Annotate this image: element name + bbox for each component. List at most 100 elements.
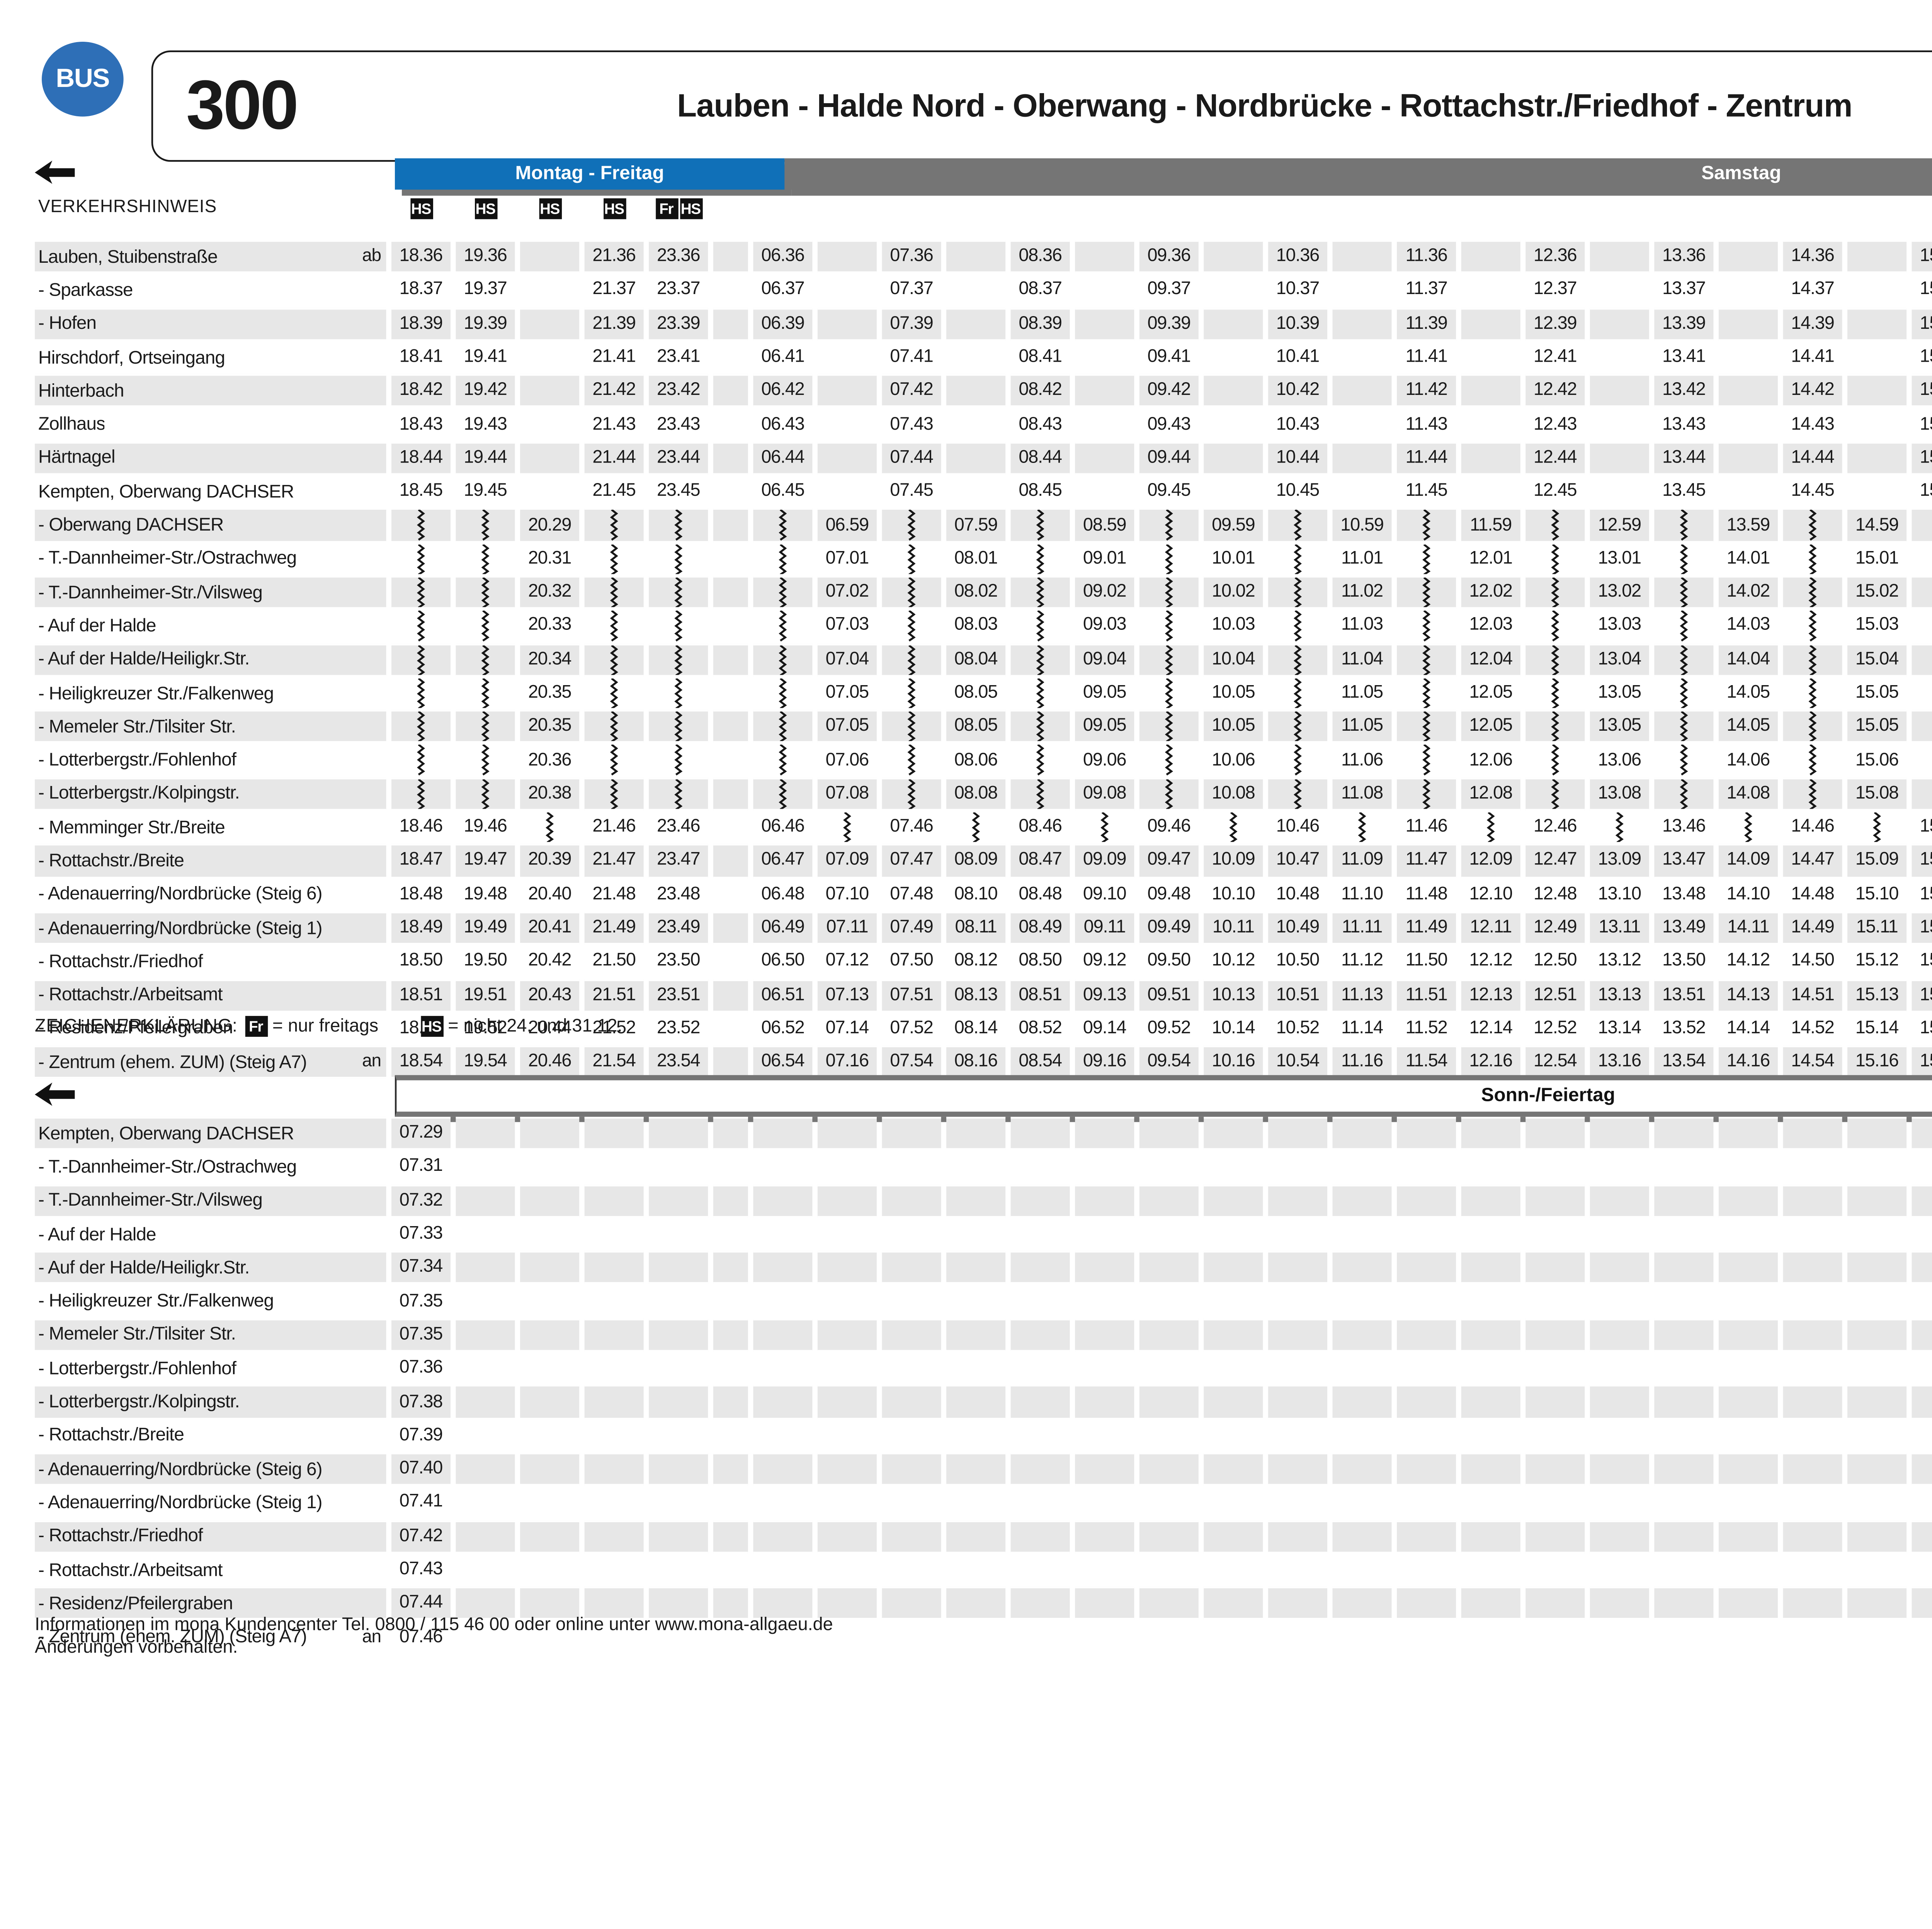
empty-badge-cell: [882, 195, 941, 221]
empty-cell: [1204, 408, 1263, 442]
time-cell: 20.35: [520, 677, 579, 710]
no-stop-cell: [649, 609, 708, 643]
station-name: - Lotterbergstr./Fohlenhof: [38, 1358, 236, 1379]
empty-cell: [1590, 1520, 1649, 1553]
time-cell: 11.43: [1397, 408, 1456, 442]
time-cell: 12.50: [1526, 945, 1585, 979]
time-cell: 14.14: [1719, 1012, 1778, 1046]
time-cell: 21.50: [585, 945, 644, 979]
empty-cell: [1847, 1184, 1906, 1218]
time-cell: 20.32: [520, 576, 579, 609]
empty-cell: [1526, 1587, 1585, 1620]
station-cell: - T.-Dannheimer-Str./Vilsweg: [35, 1184, 386, 1218]
empty-cell: [1783, 1352, 1842, 1385]
empty-cell: [1719, 408, 1778, 442]
station-name: - Rottachstr./Friedhof: [38, 1526, 202, 1547]
time-cell: 15.47: [1912, 844, 1932, 878]
empty-badge-cell: [1654, 195, 1713, 221]
timetable-row: - Adenauerring/Nordbrücke (Steig 1)07.41: [35, 1486, 1932, 1520]
time-cell: 23.52: [649, 1012, 708, 1046]
no-stop-cell: [882, 710, 941, 743]
no-stop-wave-icon: [905, 510, 918, 541]
time-cell: 07.34: [391, 1251, 451, 1285]
time-cell: 09.46: [1139, 811, 1199, 844]
no-stop-cell: [1011, 743, 1070, 777]
empty-cell: [1526, 1318, 1585, 1352]
time-cell: 13.05: [1590, 710, 1649, 743]
time-cell: 18.41: [391, 341, 451, 374]
time-cell: 10.16: [1204, 1046, 1263, 1079]
spacer-cell: [713, 408, 748, 442]
time-cell: 10.52: [1268, 1012, 1327, 1046]
time-cell: 15.13: [1847, 978, 1906, 1012]
no-stop-wave-icon: [672, 544, 685, 574]
station-name: - Memeler Str./Tilsiter Str.: [38, 716, 236, 737]
time-cell: 07.04: [818, 643, 877, 677]
timetable-sheet: BUS 300 Lauben - Halde Nord - Oberwang -…: [0, 0, 1932, 1929]
empty-cell: [1204, 1620, 1263, 1654]
empty-cell: [1397, 1587, 1456, 1620]
empty-cell: [1654, 1553, 1713, 1587]
empty-cell: [1654, 1285, 1713, 1318]
empty-cell: [1268, 1453, 1327, 1486]
empty-cell: [1461, 341, 1520, 374]
empty-cell: [1332, 374, 1391, 408]
time-cell: 09.48: [1139, 878, 1199, 912]
no-stop-wave-icon: [1677, 779, 1691, 809]
empty-cell: [1011, 1184, 1070, 1218]
empty-cell: [1204, 1150, 1263, 1184]
no-stop-cell: [1719, 811, 1778, 844]
empty-cell: [1075, 1453, 1134, 1486]
time-cell: 14.05: [1719, 677, 1778, 710]
time-cell: 14.09: [1719, 844, 1778, 878]
time-cell: 09.05: [1075, 710, 1134, 743]
timetable-row: - Oberwang DACHSER20.2906.5907.5908.5909…: [35, 509, 1932, 542]
empty-cell: [1590, 441, 1649, 475]
empty-cell: [818, 1486, 877, 1520]
time-cell: 18.37: [391, 274, 451, 307]
time-cell: 08.39: [1011, 307, 1070, 341]
empty-cell: [1332, 475, 1391, 509]
empty-badge-cell: [1783, 195, 1842, 221]
station-cell: - Adenauerring/Nordbrücke (Steig 1): [35, 1486, 386, 1520]
empty-cell: [1139, 1285, 1199, 1318]
empty-cell: [1847, 1285, 1906, 1318]
empty-cell: [1011, 1486, 1070, 1520]
empty-cell: [1204, 307, 1263, 341]
empty-cell: [1719, 1587, 1778, 1620]
time-cell: 09.42: [1139, 374, 1199, 408]
empty-cell: [1461, 1453, 1520, 1486]
no-stop-wave-icon: [1677, 510, 1691, 541]
time-cell: 14.59: [1847, 509, 1906, 542]
empty-cell: [649, 1553, 708, 1587]
empty-cell: [1075, 1553, 1134, 1587]
time-cell: 06.52: [753, 1012, 812, 1046]
empty-cell: [520, 1486, 579, 1520]
empty-cell: [1075, 1486, 1134, 1520]
empty-cell: [818, 274, 877, 307]
empty-cell: [1461, 1218, 1520, 1251]
empty-cell: [1397, 1352, 1456, 1385]
time-cell: 18.39: [391, 307, 451, 341]
timetable-row: - Zentrum (ehem. ZUM) (Steig A7)an18.541…: [35, 1046, 1932, 1079]
empty-cell: [1461, 1184, 1520, 1218]
no-stop-wave-icon: [672, 577, 685, 607]
empty-cell: [1204, 1352, 1263, 1385]
station-name: Zollhaus: [38, 414, 105, 435]
empty-cell: [1139, 1352, 1199, 1385]
empty-cell: [1139, 1520, 1199, 1553]
time-cell: 11.52: [1397, 1012, 1456, 1046]
no-stop-wave-icon: [1291, 645, 1304, 675]
empty-cell: [1397, 1553, 1456, 1587]
time-cell: 11.45: [1397, 475, 1456, 509]
empty-cell: [946, 1318, 1005, 1352]
time-cell: 09.01: [1075, 542, 1134, 576]
empty-cell: [585, 1117, 644, 1150]
empty-cell: [1397, 1419, 1456, 1453]
empty-cell: [1654, 1150, 1713, 1184]
empty-cell: [585, 1385, 644, 1419]
empty-cell: [1654, 1352, 1713, 1385]
time-cell: 13.03: [1590, 609, 1649, 643]
empty-cell: [818, 1520, 877, 1553]
no-stop-cell: [882, 609, 941, 643]
